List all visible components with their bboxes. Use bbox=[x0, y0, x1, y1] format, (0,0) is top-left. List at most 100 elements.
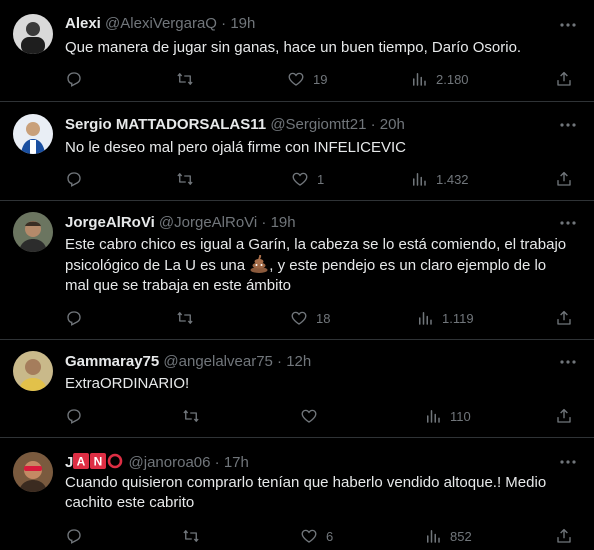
reply-icon bbox=[65, 170, 83, 188]
views-button[interactable]: 1.432 bbox=[410, 169, 469, 189]
views-icon bbox=[410, 170, 428, 188]
share-button[interactable] bbox=[555, 406, 573, 426]
tweet-2[interactable]: Sergio MATTADORSALAS11 @Sergiomtt21 · 20… bbox=[0, 102, 594, 200]
separator: · bbox=[277, 353, 283, 370]
like-button[interactable]: 18 bbox=[290, 308, 330, 328]
more-icon[interactable] bbox=[558, 16, 578, 34]
like-button[interactable] bbox=[300, 406, 326, 426]
avatar[interactable] bbox=[13, 14, 53, 54]
more-icon[interactable] bbox=[558, 453, 578, 471]
like-button[interactable]: 1 bbox=[291, 169, 324, 189]
retweet-button[interactable] bbox=[182, 526, 208, 546]
reply-button[interactable] bbox=[65, 406, 91, 426]
reply-icon bbox=[65, 309, 83, 327]
letter-n-emoji-icon: N bbox=[90, 453, 107, 469]
retweet-button[interactable] bbox=[182, 406, 208, 426]
timestamp[interactable]: 19h bbox=[271, 214, 296, 231]
share-button[interactable] bbox=[555, 69, 573, 89]
separator: · bbox=[370, 116, 376, 133]
reply-icon bbox=[65, 527, 83, 545]
tweet-text-line: Este cabro chico es igual a Garín, la ca… bbox=[65, 236, 567, 253]
reply-button[interactable] bbox=[65, 169, 91, 189]
author-handle[interactable]: @janoroa06 bbox=[129, 454, 211, 471]
reply-feed: Alexi @AlexiVergaraQ · 19h Que manera de… bbox=[0, 0, 594, 550]
view-count: 110 bbox=[450, 408, 471, 424]
heart-icon bbox=[300, 527, 318, 545]
share-button[interactable] bbox=[555, 526, 573, 546]
author-handle[interactable]: @AlexiVergaraQ bbox=[105, 15, 217, 32]
avatar[interactable] bbox=[13, 351, 53, 391]
heart-icon bbox=[291, 170, 309, 188]
author-handle[interactable]: @Sergiomtt21 bbox=[270, 116, 366, 133]
retweet-button[interactable] bbox=[176, 308, 202, 328]
avatar[interactable] bbox=[13, 452, 53, 492]
author-name-prefix: J bbox=[65, 454, 74, 471]
heart-icon bbox=[290, 309, 308, 327]
views-button[interactable]: 110 bbox=[424, 406, 471, 426]
reply-button[interactable] bbox=[65, 308, 91, 328]
emoji-letter: A bbox=[77, 455, 86, 469]
action-bar: 110 bbox=[0, 406, 594, 426]
separator: · bbox=[221, 15, 227, 32]
tweet-text-line: Cuando quisieron comprarlo tenían que ha… bbox=[65, 474, 547, 491]
timestamp[interactable]: 19h bbox=[230, 15, 255, 32]
author-name[interactable]: Gammaray75 bbox=[65, 353, 159, 370]
action-bar: 6 852 bbox=[0, 526, 594, 546]
tweet-1[interactable]: Alexi @AlexiVergaraQ · 19h Que manera de… bbox=[0, 0, 594, 101]
tweet-5[interactable]: JAN @janoroa06 · 17h Cuando quisieron co… bbox=[0, 438, 594, 550]
tweet-header: Gammaray75 @angelalvear75 · 12h bbox=[65, 353, 311, 371]
action-bar: 1 1.432 bbox=[0, 169, 594, 189]
author-name[interactable]: JorgeAlRoVi bbox=[65, 214, 155, 231]
more-icon[interactable] bbox=[558, 353, 578, 371]
tweet-text: ExtraORDINARIO! bbox=[65, 375, 190, 392]
like-button[interactable]: 6 bbox=[300, 526, 333, 546]
timestamp[interactable]: 20h bbox=[380, 116, 405, 133]
author-name[interactable]: Sergio MATTADORSALAS11 bbox=[65, 116, 266, 133]
author-handle[interactable]: @JorgeAlRoVi bbox=[159, 214, 257, 231]
reply-button[interactable] bbox=[65, 69, 91, 89]
tweet-text: Este cabro chico es igual a Garín, la ca… bbox=[65, 235, 575, 296]
views-button[interactable]: 852 bbox=[424, 526, 472, 546]
more-icon[interactable] bbox=[558, 214, 578, 232]
views-button[interactable]: 1.119 bbox=[416, 308, 474, 328]
tweet-4[interactable]: Gammaray75 @angelalvear75 · 12h ExtraORD… bbox=[0, 340, 594, 437]
like-count: 19 bbox=[313, 71, 328, 87]
tweet-text-line: psicológico de La U es una , y este pend… bbox=[65, 254, 575, 276]
retweet-button[interactable] bbox=[176, 69, 202, 89]
share-button[interactable] bbox=[555, 308, 573, 328]
views-button[interactable]: 2.180 bbox=[410, 69, 469, 89]
author-name[interactable]: Alexi bbox=[65, 15, 101, 32]
tweet-text-line: mal que se trabaja en este ámbito bbox=[65, 277, 291, 294]
like-count: 1 bbox=[317, 171, 325, 187]
tweet-header: Sergio MATTADORSALAS11 @Sergiomtt21 · 20… bbox=[65, 116, 405, 134]
more-icon[interactable] bbox=[558, 116, 578, 134]
pile-of-poo-emoji-icon bbox=[249, 254, 269, 273]
author-handle[interactable]: @angelalvear75 bbox=[163, 353, 272, 370]
tweet-header: JorgeAlRoVi @JorgeAlRoVi · 19h bbox=[65, 214, 296, 232]
views-icon bbox=[416, 309, 434, 327]
timestamp[interactable]: 12h bbox=[286, 353, 311, 370]
emoji-letter: N bbox=[94, 455, 103, 469]
views-icon bbox=[424, 407, 442, 425]
like-button[interactable]: 19 bbox=[287, 69, 327, 89]
view-count: 1.119 bbox=[442, 310, 474, 326]
author-name[interactable]: JAN bbox=[65, 453, 124, 471]
tweet-header: Alexi @AlexiVergaraQ · 19h bbox=[65, 15, 255, 33]
share-button[interactable] bbox=[555, 169, 573, 189]
separator: · bbox=[214, 454, 220, 471]
red-circle-o-emoji-icon bbox=[107, 453, 123, 469]
retweet-icon bbox=[176, 70, 194, 88]
reply-icon bbox=[65, 407, 83, 425]
retweet-button[interactable] bbox=[176, 169, 202, 189]
tweet-3[interactable]: JorgeAlRoVi @JorgeAlRoVi · 19h Este cabr… bbox=[0, 201, 594, 339]
retweet-icon bbox=[182, 407, 200, 425]
avatar[interactable] bbox=[13, 212, 53, 252]
tweet-text: No le deseo mal pero ojalá firme con INF… bbox=[65, 139, 406, 156]
tweet-text-line: cachito este cabrito bbox=[65, 494, 195, 511]
heart-icon bbox=[287, 70, 305, 88]
retweet-icon bbox=[176, 309, 194, 327]
view-count: 1.432 bbox=[436, 171, 469, 187]
avatar[interactable] bbox=[13, 114, 53, 154]
timestamp[interactable]: 17h bbox=[224, 454, 249, 471]
reply-button[interactable] bbox=[65, 526, 91, 546]
